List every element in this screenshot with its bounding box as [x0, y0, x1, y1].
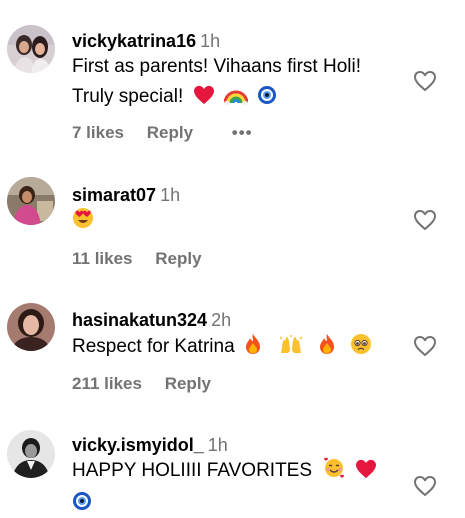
- username[interactable]: vickykatrina16: [72, 31, 196, 51]
- comment: vickykatrina16 1h First as parents! Vihaa…: [0, 0, 465, 160]
- reply-button[interactable]: Reply: [165, 373, 211, 395]
- comment-text-part: Truly special!: [72, 86, 184, 107]
- likes-count[interactable]: 7 likes: [72, 122, 124, 144]
- likes-count[interactable]: 211 likes: [72, 373, 142, 395]
- comment-text-part: HAPPY HOLIIII FAVORITES: [72, 460, 313, 481]
- heart-eyes-face-emoji: [72, 207, 94, 229]
- fire-emoji: [318, 333, 336, 355]
- comment-header: hasinakatun324 2h: [72, 309, 231, 331]
- avatar[interactable]: [7, 430, 55, 478]
- timestamp: 1h: [200, 31, 221, 51]
- comment: vicky.ismyidol_ 1h HAPPY HOLIIII FAVORITE…: [0, 410, 465, 510]
- avatar[interactable]: [7, 303, 55, 351]
- nazar-amulet-emoji: [257, 85, 277, 105]
- comment-header: vickykatrina16 1h: [72, 30, 220, 52]
- comment-text-line: Truly special!: [72, 82, 402, 112]
- like-heart-icon[interactable]: [413, 70, 437, 92]
- avatar[interactable]: [7, 25, 55, 73]
- timestamp: 1h: [207, 435, 228, 455]
- reply-button[interactable]: Reply: [147, 122, 193, 144]
- fire-emoji: [244, 333, 262, 355]
- comment-text: HAPPY HOLIIII FAVORITES: [72, 456, 402, 518]
- timestamp: 1h: [160, 185, 181, 205]
- like-heart-icon[interactable]: [413, 475, 437, 497]
- red-heart-emoji: [193, 85, 215, 105]
- like-heart-icon[interactable]: [413, 209, 437, 231]
- comment-actions: 211 likes Reply: [72, 373, 211, 395]
- comment: simarat07 1h 11 likes Reply: [0, 160, 465, 280]
- more-options-icon[interactable]: •••: [232, 122, 253, 144]
- comment: hasinakatun324 2h Respect for Katrina 21…: [0, 280, 465, 410]
- comment-text-line: HAPPY HOLIIII FAVORITES: [72, 456, 402, 486]
- username[interactable]: simarat07: [72, 185, 156, 205]
- smiling-face-with-hearts-emoji: [323, 457, 345, 479]
- red-heart-emoji: [355, 459, 377, 479]
- like-heart-icon[interactable]: [413, 335, 437, 357]
- comment-header: simarat07 1h: [72, 184, 180, 206]
- reply-button[interactable]: Reply: [155, 248, 201, 270]
- comment-text: Respect for Katrina: [72, 332, 402, 362]
- nazar-amulet-emoji: [72, 491, 92, 511]
- comment-text-part: Respect for Katrina: [72, 336, 235, 357]
- username[interactable]: vicky.ismyidol_: [72, 435, 204, 455]
- comment-text-line: [72, 486, 402, 518]
- comment-actions: 11 likes Reply: [72, 248, 202, 270]
- comment-header: vicky.ismyidol_ 1h: [72, 434, 228, 456]
- timestamp: 2h: [211, 310, 232, 330]
- avatar[interactable]: [7, 177, 55, 225]
- comment-text: First as parents! Vihaans first Holi! Tr…: [72, 52, 402, 112]
- comment-text: [72, 206, 402, 236]
- rainbow-emoji: [223, 85, 248, 105]
- raising-hands-emoji: [279, 335, 303, 355]
- pleading-face-emoji: [350, 333, 372, 355]
- comment-text-line: First as parents! Vihaans first Holi!: [72, 56, 361, 77]
- comment-actions: 7 likes Reply •••: [72, 122, 253, 144]
- likes-count[interactable]: 11 likes: [72, 248, 133, 270]
- username[interactable]: hasinakatun324: [72, 310, 207, 330]
